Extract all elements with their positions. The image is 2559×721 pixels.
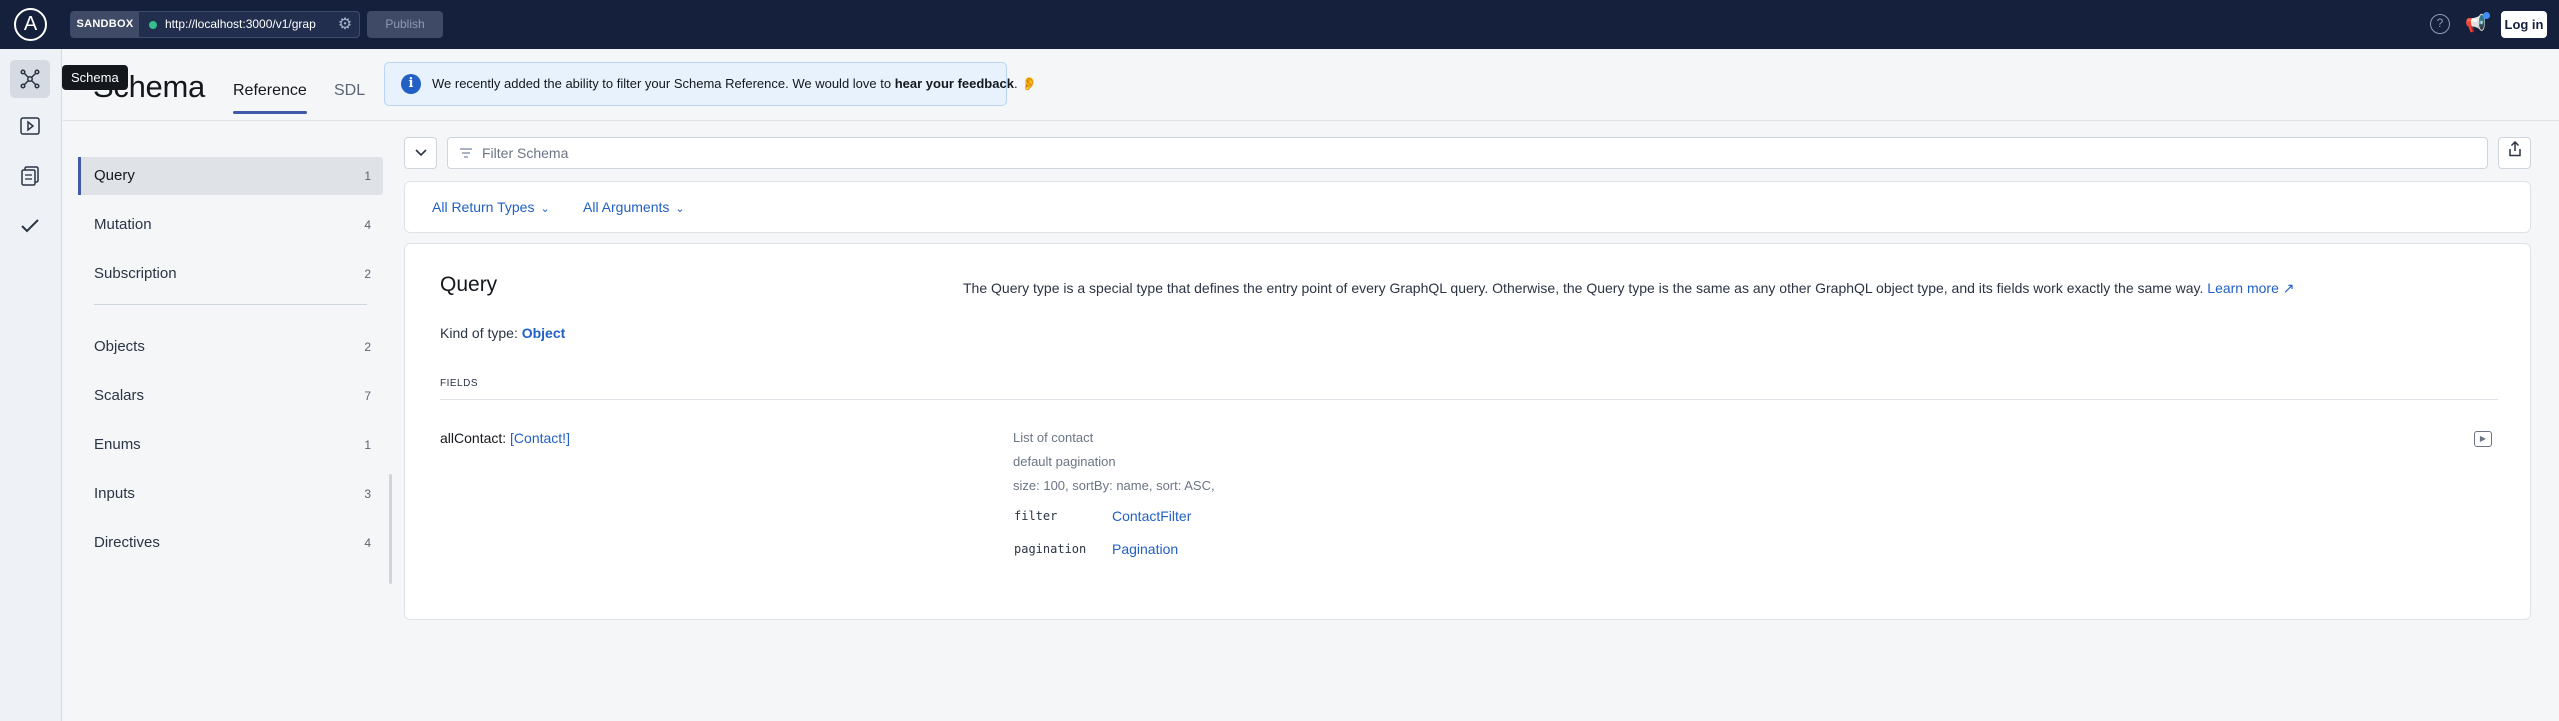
filter-schema-input[interactable] [482, 138, 2462, 168]
sidebar-item-subscription[interactable]: Subscription 2 [78, 255, 383, 293]
top-bar: A SANDBOX http://localhost:3000/v1/grap … [0, 0, 2559, 49]
share-button[interactable] [2498, 137, 2531, 169]
argument-type-link[interactable]: ContactFilter [1112, 508, 1191, 524]
arguments-dropdown[interactable]: All Arguments ⌄ [583, 182, 685, 234]
banner-text: We recently added the ability to filter … [432, 76, 892, 91]
feedback-banner: i We recently added the ability to filte… [384, 62, 1037, 106]
description-text: The Query type is a special type that de… [963, 280, 2204, 296]
kind-of-type: Kind of type: Object [440, 325, 565, 341]
sidebar-item-count: 7 [364, 389, 371, 403]
field-name: allContact: [440, 430, 507, 446]
feedback-link[interactable]: hear your feedback [895, 76, 1014, 91]
play-glyph [20, 117, 40, 135]
ear-icon: 👂 [1021, 76, 1038, 91]
rail-tooltip: Schema [62, 65, 128, 90]
argument-type-link[interactable]: Pagination [1112, 541, 1178, 557]
help-icon[interactable]: ? [2430, 14, 2450, 34]
sidebar-item-count: 4 [364, 218, 371, 232]
argument-name: filter [1014, 509, 1058, 523]
publish-button[interactable]: Publish [367, 11, 443, 38]
sidebar-item-count: 3 [364, 487, 371, 501]
sidebar-item-objects[interactable]: Objects 2 [78, 328, 383, 366]
sidebar-item-count: 4 [364, 536, 371, 550]
external-link-icon: ↗ [2282, 280, 2295, 296]
notification-dot [2483, 12, 2490, 19]
query-type-card: Query The Query type is a special type t… [404, 243, 2531, 620]
sidebar-item-mutation[interactable]: Mutation 4 [78, 206, 383, 244]
chevron-down-icon [414, 149, 427, 157]
page-header: Schema Reference SDL i We recently added… [63, 49, 2559, 121]
sidebar-item-count: 1 [364, 169, 371, 183]
gear-icon[interactable]: ⚙ [335, 12, 355, 37]
login-button[interactable]: Log in [2501, 11, 2547, 38]
sidebar-item-label: Subscription [94, 265, 177, 282]
sidebar-divider [94, 304, 367, 305]
field-description-line: size: 100, sortBy: name, sort: ASC, [1013, 478, 1215, 493]
sidebar-item-directives[interactable]: Directives 4 [78, 524, 383, 562]
sidebar-item-label: Enums [94, 436, 141, 453]
schema-icon[interactable] [10, 60, 50, 98]
documents-icon[interactable] [10, 157, 50, 195]
info-icon: i [401, 74, 421, 94]
sidebar-item-query[interactable]: Query 1 [78, 157, 383, 195]
fields-heading: FIELDS [440, 378, 479, 389]
banner-trailing: . [1013, 76, 1018, 91]
learn-more-link[interactable]: Learn more ↗ [2207, 280, 2294, 296]
sidebar-scrollbar[interactable] [389, 474, 392, 584]
schema-graph-glyph [20, 69, 40, 89]
sidebar-item-label: Scalars [94, 387, 145, 404]
sandbox-badge: SANDBOX [71, 12, 139, 37]
filter-lines-glyph [460, 148, 472, 158]
sidebar-item-label: Mutation [94, 216, 152, 233]
check-glyph [21, 219, 39, 233]
checks-icon[interactable] [10, 207, 50, 245]
explorer-play-icon[interactable] [10, 107, 50, 145]
type-title: Query [440, 273, 498, 296]
apollo-logo-icon[interactable]: A [14, 8, 47, 41]
arguments-label: All Arguments [583, 199, 670, 215]
type-description: The Query type is a special type that de… [963, 280, 2295, 297]
sidebar-item-label: Directives [94, 534, 160, 551]
field-description-line: default pagination [1013, 454, 1116, 469]
sidebar-item-count: 2 [364, 267, 371, 281]
learn-more-label: Learn more [2207, 280, 2279, 296]
collapse-toggle-button[interactable] [404, 137, 437, 169]
sidebar-item-count: 1 [364, 438, 371, 452]
field-description-line: List of contact [1013, 430, 1094, 445]
sidebar-item-label: Inputs [94, 485, 135, 502]
share-icon [2508, 140, 2521, 157]
return-types-dropdown[interactable]: All Return Types ⌄ [432, 182, 550, 234]
status-dot-icon [149, 21, 157, 29]
chevron-down-icon: ⌄ [540, 203, 550, 215]
filter-icon [459, 138, 473, 169]
megaphone-icon[interactable]: 📢 [2464, 12, 2490, 36]
chevron-down-icon: ⌄ [675, 203, 685, 215]
left-rail [0, 49, 62, 721]
filter-dropdowns-row: All Return Types ⌄ All Arguments ⌄ [404, 181, 2531, 233]
endpoint-url-text: http://localhost:3000/v1/grap [165, 17, 316, 31]
documents-glyph [21, 166, 39, 186]
sidebar-item-label: Objects [94, 338, 145, 355]
field-allcontact: allContact: [Contact!] [440, 430, 570, 446]
argument-name: pagination [1014, 542, 1087, 556]
tab-reference[interactable]: Reference [233, 82, 307, 114]
kind-label: Kind of type: [440, 325, 518, 341]
schema-sidebar: Query 1 Mutation 4 Subscription 2 Object… [78, 157, 383, 573]
sandbox-endpoint-group: SANDBOX http://localhost:3000/v1/grap ⚙ [70, 11, 360, 38]
sidebar-item-inputs[interactable]: Inputs 3 [78, 475, 383, 513]
sidebar-item-count: 2 [364, 340, 371, 354]
filter-schema-field[interactable] [447, 137, 2488, 169]
run-in-explorer-icon[interactable]: ▶ [2474, 431, 2492, 447]
tab-sdl[interactable]: SDL [334, 82, 365, 100]
sidebar-item-scalars[interactable]: Scalars 7 [78, 377, 383, 415]
sidebar-item-enums[interactable]: Enums 1 [78, 426, 383, 464]
kind-value-link[interactable]: Object [522, 325, 566, 341]
field-type-link[interactable]: [Contact!] [510, 430, 570, 446]
endpoint-url-input[interactable]: http://localhost:3000/v1/grap ⚙ [139, 12, 359, 37]
fields-divider [440, 399, 2498, 400]
return-types-label: All Return Types [432, 199, 535, 215]
sidebar-item-label: Query [94, 167, 135, 184]
